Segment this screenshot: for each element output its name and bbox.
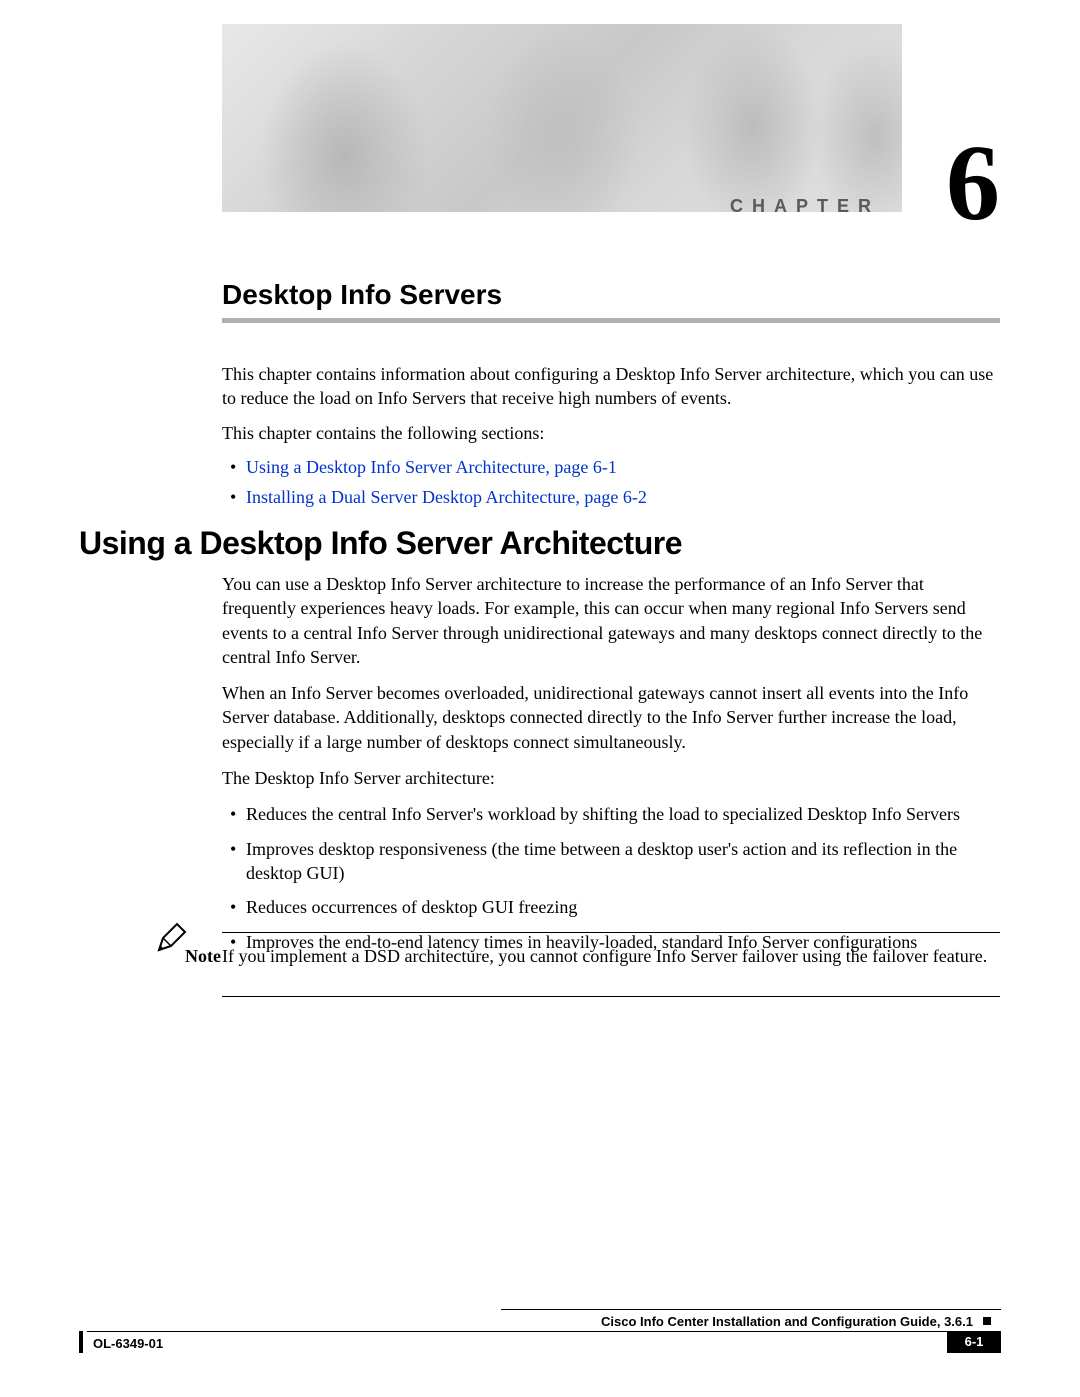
footer-left-bar [79,1331,83,1353]
footer-rule-long [87,1331,947,1332]
document-page: CHAPTER 6 Desktop Info Servers This chap… [0,0,1080,1397]
footer-page-number: 6-1 [947,1331,1001,1353]
note-text: If you implement a DSD architecture, you… [222,944,1000,968]
bullet-item: Reduces occurrences of desktop GUI freez… [222,895,1000,919]
chapter-banner-image [222,24,902,212]
page-footer: Cisco Info Center Installation and Confi… [79,1309,1001,1363]
toc-item: Using a Desktop Info Server Architecture… [222,455,1000,479]
intro-paragraph-2: This chapter contains the following sect… [222,421,1000,445]
section-body: You can use a Desktop Info Server archit… [222,572,1000,964]
bullet-item: Reduces the central Info Server's worklo… [222,802,1000,826]
section-paragraph-1: You can use a Desktop Info Server archit… [222,572,1000,669]
note-rule-bottom [222,996,1000,997]
title-rule [222,318,1000,323]
footer-dot [983,1317,991,1325]
section-paragraph-3: The Desktop Info Server architecture: [222,766,1000,790]
toc-item: Installing a Dual Server Desktop Archite… [222,485,1000,509]
footer-rule [501,1309,1001,1310]
chapter-title: Desktop Info Servers [222,276,502,314]
pencil-icon [155,920,189,954]
intro-paragraph-1: This chapter contains information about … [222,362,1000,411]
footer-doc-number: OL-6349-01 [93,1335,163,1353]
note-label: Note [185,944,221,968]
section-heading: Using a Desktop Info Server Architecture [79,522,682,565]
toc-list: Using a Desktop Info Server Architecture… [222,455,1000,510]
note-rule-top [222,932,1000,933]
section-paragraph-2: When an Info Server becomes overloaded, … [222,681,1000,754]
toc-link-1[interactable]: Using a Desktop Info Server Architecture… [246,457,617,477]
bullet-item: Improves desktop responsiveness (the tim… [222,837,1000,886]
toc-link-2[interactable]: Installing a Dual Server Desktop Archite… [246,487,647,507]
chapter-intro: This chapter contains information about … [222,362,1000,515]
chapter-number: 6 [946,130,1000,238]
footer-guide-title: Cisco Info Center Installation and Confi… [601,1313,973,1331]
chapter-label: CHAPTER [730,194,880,218]
